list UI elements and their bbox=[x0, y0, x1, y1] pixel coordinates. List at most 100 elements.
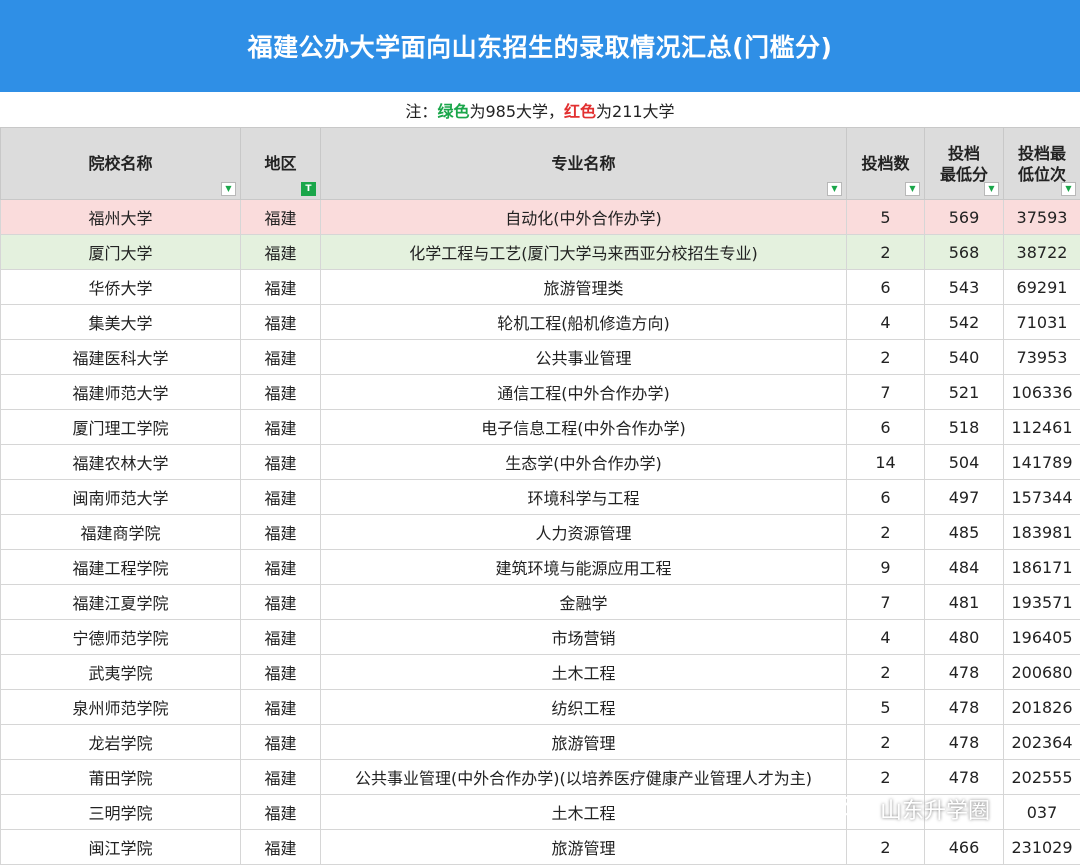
cell-school: 集美大学 bbox=[1, 305, 241, 340]
cell-min-rank: 196405 bbox=[1004, 620, 1080, 655]
cell-region: 福建 bbox=[241, 690, 321, 725]
cell-school: 闽江学院 bbox=[1, 830, 241, 865]
table-row: 集美大学福建轮机工程(船机修造方向)454271031 bbox=[1, 305, 1080, 340]
filter-active-icon[interactable]: T bbox=[301, 182, 316, 196]
cell-region: 福建 bbox=[241, 585, 321, 620]
cell-count: 7 bbox=[847, 585, 925, 620]
cell-school: 泉州师范学院 bbox=[1, 690, 241, 725]
cell-min-rank: 37593 bbox=[1004, 200, 1080, 235]
note-red-rest: 为211大学 bbox=[596, 98, 675, 122]
cell-region: 福建 bbox=[241, 725, 321, 760]
cell-count: 6 bbox=[847, 480, 925, 515]
cell-school: 福州大学 bbox=[1, 200, 241, 235]
cell-min-rank: 202555 bbox=[1004, 760, 1080, 795]
header-count: 投档数 ▼ bbox=[847, 128, 925, 200]
table-row: 闽江学院福建旅游管理2466231029 bbox=[1, 830, 1080, 865]
table-row: 福建商学院福建人力资源管理2485183981 bbox=[1, 515, 1080, 550]
table-row: 龙岩学院福建旅游管理2478202364 bbox=[1, 725, 1080, 760]
header-min-score-line2: 最低分 bbox=[940, 165, 988, 184]
cell-region: 福建 bbox=[241, 550, 321, 585]
cell-region: 福建 bbox=[241, 270, 321, 305]
header-count-label: 投档数 bbox=[861, 154, 909, 173]
cell-major: 公共事业管理 bbox=[321, 340, 847, 375]
cell-min-rank: 69291 bbox=[1004, 270, 1080, 305]
cell-school: 闽南师范大学 bbox=[1, 480, 241, 515]
cell-region: 福建 bbox=[241, 655, 321, 690]
cell-major: 旅游管理 bbox=[321, 830, 847, 865]
cell-count: 4 bbox=[847, 620, 925, 655]
cell-school: 福建工程学院 bbox=[1, 550, 241, 585]
cell-region: 福建 bbox=[241, 305, 321, 340]
cell-region: 福建 bbox=[241, 200, 321, 235]
cell-region: 福建 bbox=[241, 340, 321, 375]
header-min-score-line1: 投档 bbox=[948, 144, 980, 163]
cell-min-score: 466 bbox=[925, 830, 1004, 865]
cell-min-score: 568 bbox=[925, 235, 1004, 270]
header-region: 地区 T bbox=[241, 128, 321, 200]
cell-region: 福建 bbox=[241, 620, 321, 655]
table-row: 福建师范大学福建通信工程(中外合作办学)7521106336 bbox=[1, 375, 1080, 410]
table-row: 福建医科大学福建公共事业管理254073953 bbox=[1, 340, 1080, 375]
filter-dropdown-icon[interactable]: ▼ bbox=[827, 182, 842, 196]
cell-count: 2 bbox=[847, 830, 925, 865]
cell-region: 福建 bbox=[241, 410, 321, 445]
table-row: 闽南师范大学福建环境科学与工程6497157344 bbox=[1, 480, 1080, 515]
cell-school: 龙岩学院 bbox=[1, 725, 241, 760]
cell-min-rank: 157344 bbox=[1004, 480, 1080, 515]
cell-min-rank: 200680 bbox=[1004, 655, 1080, 690]
cell-min-rank: 186171 bbox=[1004, 550, 1080, 585]
cell-min-rank: 231029 bbox=[1004, 830, 1080, 865]
cell-min-score: 481 bbox=[925, 585, 1004, 620]
cell-major: 化学工程与工艺(厦门大学马来西亚分校招生专业) bbox=[321, 235, 847, 270]
cell-region: 福建 bbox=[241, 235, 321, 270]
cell-major: 市场营销 bbox=[321, 620, 847, 655]
cell-min-score: 569 bbox=[925, 200, 1004, 235]
cell-min-score: 480 bbox=[925, 620, 1004, 655]
table-row: 福建工程学院福建建筑环境与能源应用工程9484186171 bbox=[1, 550, 1080, 585]
cell-min-score: 504 bbox=[925, 445, 1004, 480]
cell-major: 土木工程 bbox=[321, 655, 847, 690]
legend-note: 注： 绿色 为985大学， 红色 为211大学 bbox=[0, 92, 1080, 127]
filter-dropdown-icon[interactable]: ▼ bbox=[905, 182, 920, 196]
cell-count: 2 bbox=[847, 515, 925, 550]
cell-region: 福建 bbox=[241, 480, 321, 515]
cell-region: 福建 bbox=[241, 515, 321, 550]
cell-min-rank: 183981 bbox=[1004, 515, 1080, 550]
page-title: 福建公办大学面向山东招生的录取情况汇总(门槛分) bbox=[0, 0, 1080, 92]
cell-school: 宁德师范学院 bbox=[1, 620, 241, 655]
cell-school: 福建商学院 bbox=[1, 515, 241, 550]
filter-dropdown-icon[interactable]: ▼ bbox=[1061, 182, 1076, 196]
cell-region: 福建 bbox=[241, 445, 321, 480]
note-green-rest: 为985大学， bbox=[469, 98, 564, 122]
header-min-score: 投档 最低分 ▼ bbox=[925, 128, 1004, 200]
cell-major: 土木工程 bbox=[321, 795, 847, 830]
cell-min-rank: 106336 bbox=[1004, 375, 1080, 410]
cell-count: 2 bbox=[847, 340, 925, 375]
cell-major: 纺织工程 bbox=[321, 690, 847, 725]
watermark: 山东升学圈 bbox=[838, 787, 990, 831]
cell-major: 公共事业管理(中外合作办学)(以培养医疗健康产业管理人才为主) bbox=[321, 760, 847, 795]
cell-min-score: 542 bbox=[925, 305, 1004, 340]
cell-school: 三明学院 bbox=[1, 795, 241, 830]
cell-count: 2 bbox=[847, 655, 925, 690]
header-major-label: 专业名称 bbox=[551, 154, 615, 173]
cell-school: 福建师范大学 bbox=[1, 375, 241, 410]
cell-min-rank: 141789 bbox=[1004, 445, 1080, 480]
cell-school: 福建江夏学院 bbox=[1, 585, 241, 620]
header-region-label: 地区 bbox=[264, 154, 296, 173]
header-major: 专业名称 ▼ bbox=[321, 128, 847, 200]
header-school: 院校名称 ▼ bbox=[1, 128, 241, 200]
cell-major: 环境科学与工程 bbox=[321, 480, 847, 515]
cell-count: 7 bbox=[847, 375, 925, 410]
cell-major: 轮机工程(船机修造方向) bbox=[321, 305, 847, 340]
cell-school: 武夷学院 bbox=[1, 655, 241, 690]
cell-school: 厦门大学 bbox=[1, 235, 241, 270]
filter-dropdown-icon[interactable]: ▼ bbox=[221, 182, 236, 196]
cell-region: 福建 bbox=[241, 830, 321, 865]
header-min-rank-line1: 投档最 bbox=[1018, 144, 1066, 163]
cell-min-rank: 201826 bbox=[1004, 690, 1080, 725]
filter-dropdown-icon[interactable]: ▼ bbox=[984, 182, 999, 196]
cell-count: 14 bbox=[847, 445, 925, 480]
cell-min-rank: 193571 bbox=[1004, 585, 1080, 620]
table-row: 厦门理工学院福建电子信息工程(中外合作办学)6518112461 bbox=[1, 410, 1080, 445]
